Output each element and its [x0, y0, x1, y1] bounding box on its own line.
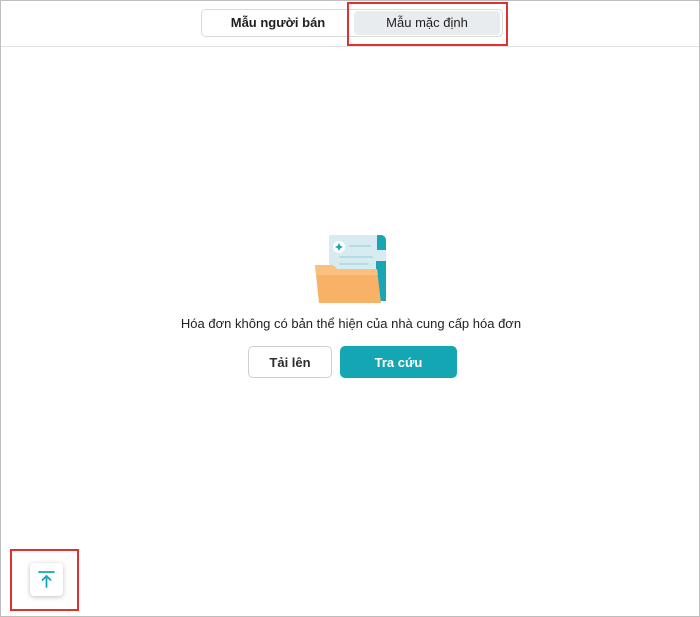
highlight-box-scroll-top — [10, 549, 79, 611]
content-panel: Mẫu người bán Mẫu mặc định Hóa đơn không… — [0, 0, 700, 617]
empty-state-message: Hóa đơn không có bản thể hiện của nhà cu… — [180, 316, 522, 331]
folder-document-icon — [315, 235, 386, 303]
lookup-button[interactable]: Tra cứu — [340, 346, 457, 378]
tab-seller-template[interactable]: Mẫu người bán — [204, 11, 352, 35]
highlight-box-tab — [347, 2, 508, 46]
upload-button[interactable]: Tải lên — [248, 346, 332, 378]
